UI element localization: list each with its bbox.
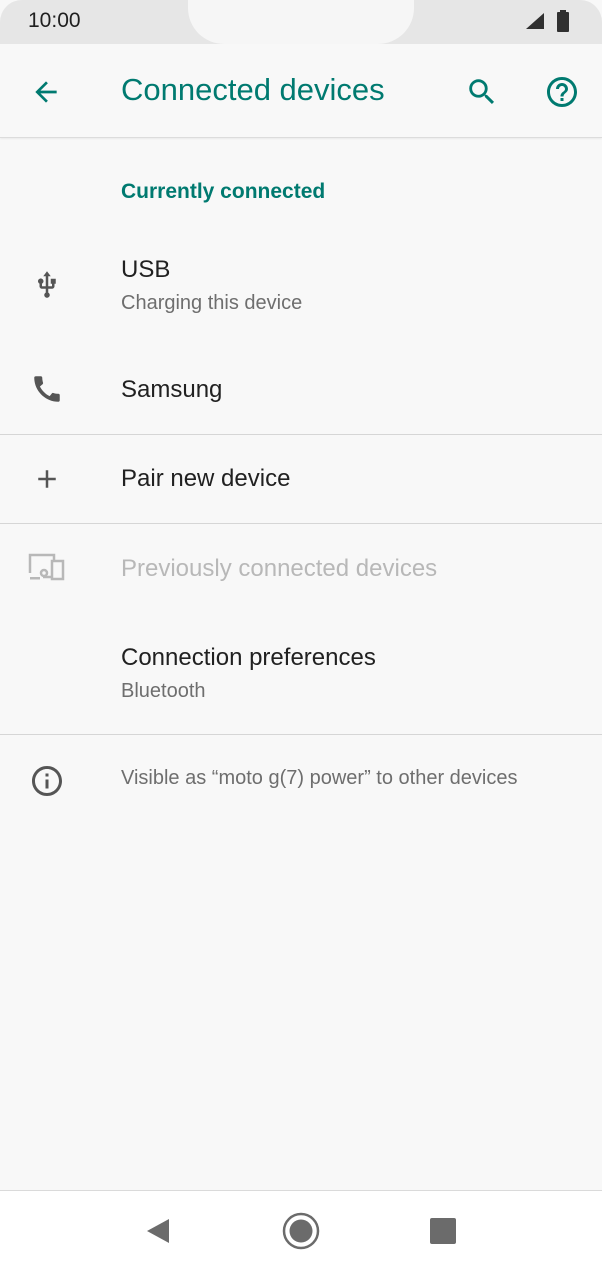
list-item-pair-new-device[interactable]: Pair new device <box>0 435 602 523</box>
help-button[interactable] <box>534 64 590 120</box>
nav-recents-button[interactable] <box>419 1207 467 1255</box>
nav-home-button[interactable] <box>277 1207 325 1255</box>
section-header-currently-connected: Currently connected <box>121 180 326 203</box>
visibility-info-text: Visible as “moto g(7) power” to other de… <box>121 767 518 789</box>
signal-icon <box>526 13 544 29</box>
connection-preferences-title: Connection preferences <box>121 644 376 671</box>
list-item-previously-connected[interactable]: Previously connected devices <box>0 524 602 612</box>
search-button[interactable] <box>454 64 510 120</box>
list-item-connection-preferences[interactable]: Connection preferences Bluetooth <box>0 624 602 734</box>
connection-preferences-subtitle: Bluetooth <box>121 680 206 702</box>
help-icon <box>547 77 577 107</box>
search-icon <box>469 79 495 105</box>
list-item-usb[interactable]: USB Charging this device <box>0 240 602 334</box>
divider <box>0 734 602 735</box>
usb-subtitle: Charging this device <box>121 292 303 314</box>
list-item-samsung[interactable]: Samsung <box>0 346 602 434</box>
status-time: 10:00 <box>28 9 81 32</box>
navigation-bar <box>0 1190 602 1270</box>
devices-icon <box>26 546 68 588</box>
back-button[interactable] <box>18 64 74 120</box>
usb-icon <box>26 264 68 306</box>
battery-icon <box>557 10 569 32</box>
previously-connected-title: Previously connected devices <box>121 555 438 582</box>
page-title: Connected devices <box>121 72 385 107</box>
nav-back-button[interactable] <box>134 1207 182 1255</box>
pair-new-device-title: Pair new device <box>121 465 291 492</box>
phone-icon <box>26 368 68 410</box>
nav-back-icon <box>147 1219 169 1243</box>
usb-title: USB <box>121 256 171 283</box>
app-bar: Connected devices <box>0 44 602 138</box>
status-icons <box>524 10 570 32</box>
info-icon <box>26 760 68 802</box>
nav-home-icon <box>282 1212 320 1250</box>
samsung-title: Samsung <box>121 376 223 403</box>
status-bar: 10:00 <box>0 0 602 44</box>
nav-recents-icon <box>430 1218 456 1244</box>
add-icon <box>26 458 68 500</box>
arrow-back-icon <box>35 81 57 103</box>
display-notch <box>188 0 414 44</box>
